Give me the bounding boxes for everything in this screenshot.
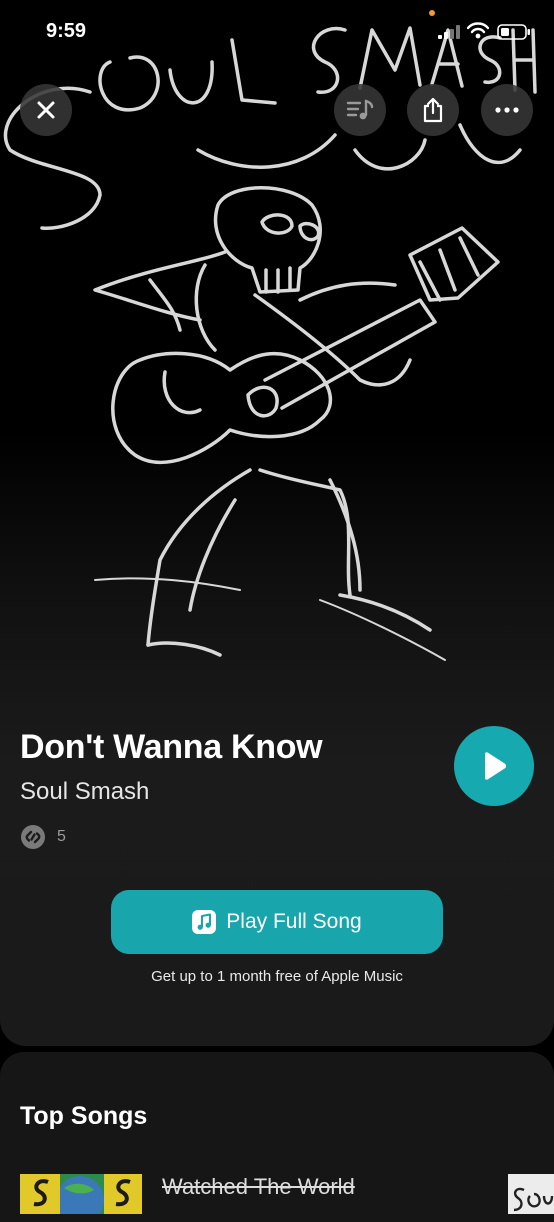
- album-art-thumbnail: [20, 1174, 142, 1214]
- album-art-thumbnail: [508, 1174, 554, 1214]
- wifi-icon: [467, 22, 489, 39]
- music-note-icon: [192, 910, 217, 934]
- more-icon: [495, 107, 519, 113]
- close-button[interactable]: [20, 84, 72, 136]
- top-song-title[interactable]: Watched The World: [162, 1174, 355, 1200]
- more-options-button[interactable]: [481, 84, 533, 136]
- lyrics-button[interactable]: [334, 84, 386, 136]
- song-thumbnail-right[interactable]: [508, 1174, 554, 1214]
- play-full-song-label: Play Full Song: [226, 910, 362, 933]
- share-button[interactable]: [407, 84, 459, 136]
- status-time: 9:59: [46, 20, 87, 42]
- play-icon: [485, 752, 507, 780]
- play-button[interactable]: [454, 726, 534, 806]
- shazam-count-row: 5: [20, 824, 66, 850]
- privacy-indicator-dot: [429, 10, 435, 16]
- shazam-icon: [21, 825, 45, 849]
- artist-name[interactable]: Soul Smash: [20, 778, 149, 806]
- status-bar: 9:59: [0, 0, 554, 60]
- share-icon: [423, 97, 443, 123]
- close-icon: [37, 101, 55, 119]
- shazam-count: 5: [57, 828, 66, 845]
- song-thumbnail[interactable]: [20, 1174, 142, 1214]
- lyrics-note-icon: [346, 99, 374, 120]
- play-full-song-button[interactable]: Play Full Song: [111, 890, 443, 954]
- top-songs-heading: Top Songs: [20, 1102, 148, 1130]
- battery-icon: [497, 24, 530, 40]
- song-card: 9:59 Don't Wanna Know Soul Smash 5 Play …: [0, 0, 554, 1046]
- song-title: Don't Wanna Know: [20, 728, 323, 766]
- cover-art-drawing: [3, 26, 537, 661]
- top-songs-section: Top Songs Watched The World: [0, 1052, 554, 1222]
- apple-music-promo: Get up to 1 month free of Apple Music: [151, 968, 403, 985]
- cellular-signal-icon: [438, 25, 460, 39]
